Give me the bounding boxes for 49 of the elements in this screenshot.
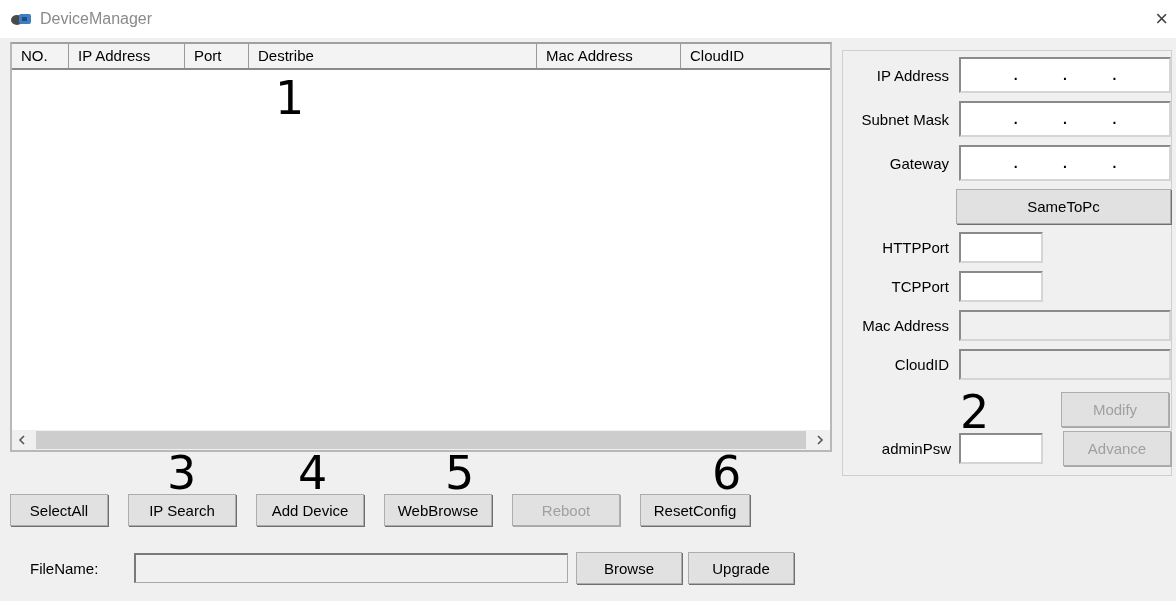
upgrade-button[interactable]: Upgrade bbox=[688, 552, 794, 584]
port-field[interactable] bbox=[959, 271, 1043, 302]
ip-address-field[interactable]: . . . bbox=[959, 57, 1171, 93]
ip-separator: . bbox=[1112, 156, 1117, 170]
ip-separator: . bbox=[1063, 68, 1067, 82]
field-label: Mac Address bbox=[861, 317, 949, 334]
action-button[interactable]: Add Device bbox=[256, 494, 364, 526]
annotation-number: 6 bbox=[712, 455, 742, 492]
port-field[interactable] bbox=[959, 232, 1043, 263]
field-label: TCPPort bbox=[890, 278, 949, 295]
action-button[interactable]: IP Search bbox=[128, 494, 236, 526]
annotation-number: 3 bbox=[167, 455, 197, 492]
field-label: HTTPPort bbox=[881, 239, 949, 256]
column-header[interactable]: Mac Address bbox=[537, 44, 681, 68]
field-label: Subnet Mask bbox=[860, 110, 949, 128]
ip-separator: . bbox=[1112, 68, 1117, 82]
action-button[interactable]: WebBrowse bbox=[384, 494, 492, 526]
field-label: Gateway bbox=[888, 154, 949, 172]
same-to-pc-button[interactable]: SameToPc bbox=[956, 189, 1171, 224]
close-button[interactable]: × bbox=[1155, 6, 1168, 32]
annotation-number: 4 bbox=[298, 455, 328, 492]
file-name-field[interactable] bbox=[134, 553, 568, 583]
horizontal-scrollbar[interactable] bbox=[12, 430, 830, 450]
ip-address-field[interactable]: . . . bbox=[959, 145, 1171, 181]
annotation-number: 2 bbox=[960, 394, 990, 431]
action-button[interactable]: ResetConfig bbox=[640, 494, 750, 526]
camera-icon bbox=[10, 12, 32, 26]
field-label: adminPsw bbox=[880, 440, 951, 457]
column-header[interactable]: Port bbox=[185, 44, 249, 68]
ip-address-field[interactable]: . . . bbox=[959, 101, 1171, 137]
column-header[interactable]: IP Address bbox=[69, 44, 185, 68]
password-field[interactable] bbox=[959, 433, 1043, 464]
column-header[interactable]: CloudID bbox=[681, 44, 830, 68]
ip-separator: . bbox=[1112, 112, 1117, 126]
ip-separator: . bbox=[1013, 156, 1018, 170]
action-button[interactable]: SelectAll bbox=[10, 494, 108, 526]
ip-separator: . bbox=[1063, 156, 1067, 170]
ip-separator: . bbox=[1013, 68, 1018, 82]
field-label: CloudID bbox=[893, 356, 949, 373]
column-header[interactable]: Destribe bbox=[249, 44, 537, 68]
annotation-number: 5 bbox=[445, 455, 475, 492]
browse-button[interactable]: Browse bbox=[576, 552, 682, 584]
file-name-label: FileName: bbox=[29, 559, 100, 577]
annotation-number: 1 bbox=[275, 80, 305, 117]
field-label: IP Address bbox=[875, 66, 949, 84]
ip-separator: . bbox=[1063, 112, 1067, 126]
window-title: DeviceManager bbox=[40, 10, 154, 28]
ip-separator: . bbox=[1013, 112, 1018, 126]
column-header[interactable]: NO. bbox=[12, 44, 69, 68]
